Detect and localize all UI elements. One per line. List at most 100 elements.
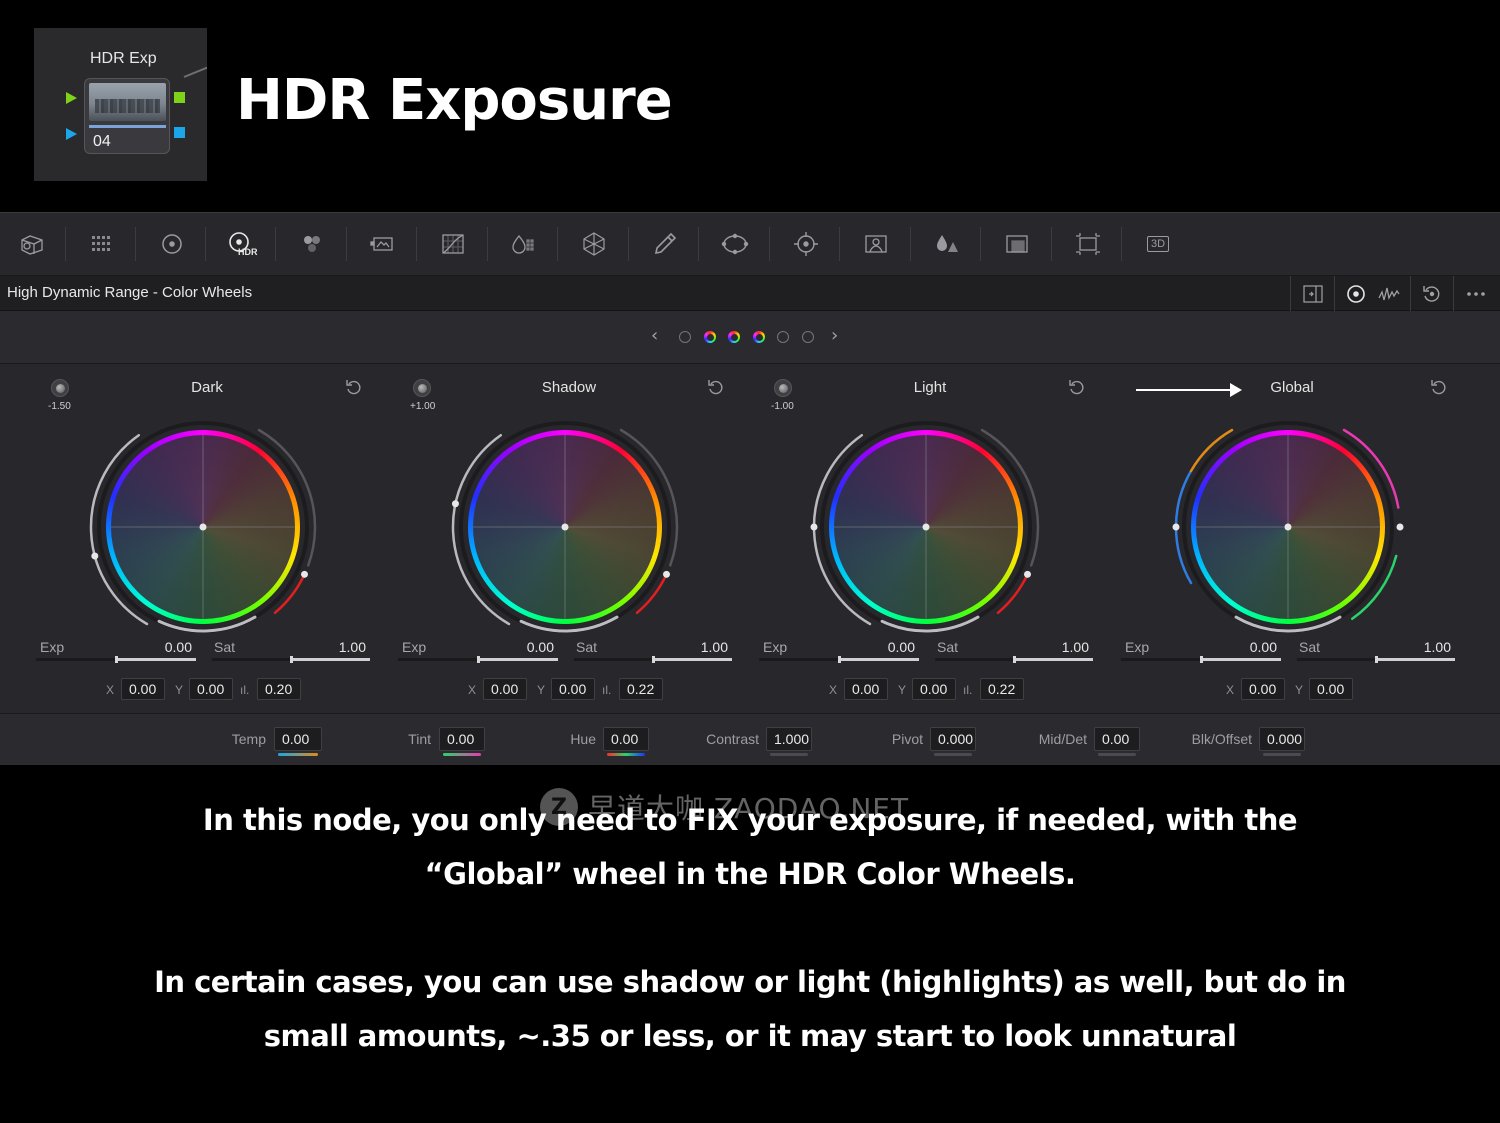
slider-thumb[interactable]	[290, 656, 293, 663]
zone-range-value[interactable]: 0.20	[257, 678, 301, 700]
color-wheel[interactable]	[1165, 403, 1411, 649]
hdr-wheels-icon[interactable]: HDR	[224, 227, 258, 261]
exp-slider[interactable]	[398, 656, 558, 663]
motion-effects-icon[interactable]	[366, 227, 400, 261]
y-value[interactable]: 0.00	[1309, 678, 1353, 700]
x-value[interactable]: 0.00	[483, 678, 527, 700]
node-thumbnail[interactable]: HDR Exp 04	[34, 28, 207, 181]
pager-dot-active[interactable]	[704, 331, 716, 343]
more-options-icon[interactable]	[1462, 280, 1490, 308]
x-value[interactable]: 0.00	[1241, 678, 1285, 700]
exp-slider[interactable]	[759, 656, 919, 663]
x-value[interactable]: 0.00	[121, 678, 165, 700]
window-icon[interactable]	[718, 227, 752, 261]
wheel-center-handle[interactable]	[199, 523, 207, 531]
node-input-green-port[interactable]	[66, 92, 77, 104]
wheels-mode-icon[interactable]	[1342, 280, 1370, 308]
color-wheels-icon[interactable]	[155, 227, 189, 261]
sat-value[interactable]: 1.00	[1015, 639, 1089, 655]
exposure-knob-value: -1.00	[771, 401, 794, 412]
curves-icon[interactable]	[436, 227, 470, 261]
blur-icon[interactable]	[930, 227, 964, 261]
key-icon[interactable]	[1000, 227, 1034, 261]
reset-all-icon[interactable]	[1418, 280, 1446, 308]
left-arc-handle[interactable]	[91, 552, 99, 560]
slider-thumb[interactable]	[652, 656, 655, 663]
color-wheel[interactable]	[80, 403, 326, 649]
sat-slider[interactable]	[212, 656, 370, 663]
pager-dot[interactable]	[679, 331, 691, 343]
color-warper-mesh-icon[interactable]	[577, 227, 611, 261]
node-output-green-port[interactable]	[174, 92, 185, 103]
sat-slider[interactable]	[935, 656, 1093, 663]
color-match-icon[interactable]	[85, 227, 119, 261]
left-arc-handle[interactable]	[810, 523, 818, 531]
right-arc-handle[interactable]	[1396, 523, 1404, 531]
color-wheel[interactable]	[803, 403, 1049, 649]
y-value[interactable]: 0.00	[189, 678, 233, 700]
bottom-param-value[interactable]: 0.000	[1259, 727, 1305, 751]
slider-thumb[interactable]	[1375, 656, 1378, 663]
exp-slider[interactable]	[1121, 656, 1281, 663]
exp-slider[interactable]	[36, 656, 196, 663]
zone-pager: ‹ ›	[0, 311, 1500, 364]
wheels-area: -1.50 Dark Exp 0.00 Sat 1.00 X 0.00 Y 0.00 ıl. 0.20…	[0, 365, 1500, 714]
caption-line-4: small amounts, ~.35 or less, or it may s…	[263, 1019, 1237, 1053]
exp-value[interactable]: 0.00	[120, 639, 192, 655]
slider-thumb[interactable]	[477, 656, 480, 663]
rgb-mixer-icon[interactable]	[295, 227, 329, 261]
left-arc-handle[interactable]	[451, 500, 459, 508]
left-arc-handle[interactable]	[1172, 523, 1180, 531]
pager-prev-icon[interactable]: ‹	[651, 325, 658, 346]
node-card[interactable]: 04	[84, 78, 170, 154]
split-view-icon[interactable]	[1299, 280, 1327, 308]
color-panel: HDR 3D High Dynamic Range - Color Wheels…	[0, 212, 1500, 766]
wheel-center-handle[interactable]	[922, 523, 930, 531]
right-arc-handle[interactable]	[663, 570, 671, 578]
zone-range-value[interactable]: 0.22	[980, 678, 1024, 700]
toolbar-separator	[416, 227, 417, 261]
sizing-icon[interactable]	[1071, 227, 1105, 261]
pager-dot[interactable]	[802, 331, 814, 343]
pager-dot-active[interactable]	[753, 331, 765, 343]
slider-thumb[interactable]	[1013, 656, 1016, 663]
sat-slider[interactable]	[574, 656, 732, 663]
pager-next-icon[interactable]: ›	[831, 325, 838, 346]
color-wheel[interactable]	[442, 403, 688, 649]
wheel-center-handle[interactable]	[1284, 523, 1292, 531]
waveform-mode-icon[interactable]	[1375, 280, 1403, 308]
sat-value[interactable]: 1.00	[292, 639, 366, 655]
color-warper-icon[interactable]	[506, 227, 540, 261]
sat-slider[interactable]	[1297, 656, 1455, 663]
exp-value[interactable]: 0.00	[1205, 639, 1277, 655]
exp-value[interactable]: 0.00	[482, 639, 554, 655]
y-value[interactable]: 0.00	[912, 678, 956, 700]
camera-raw-icon[interactable]	[15, 227, 49, 261]
zone-range-value[interactable]: 0.22	[619, 678, 663, 700]
node-input-blue-port[interactable]	[66, 128, 77, 140]
slider-thumb[interactable]	[838, 656, 841, 663]
sat-value[interactable]: 1.00	[654, 639, 728, 655]
bottom-param-indicator	[934, 753, 972, 756]
wheel-reset-icon[interactable]	[344, 378, 364, 398]
pager-dot[interactable]	[777, 331, 789, 343]
slider-thumb[interactable]	[1200, 656, 1203, 663]
stereo-3d-icon[interactable]: 3D	[1141, 227, 1175, 261]
tracker-icon[interactable]	[789, 227, 823, 261]
wheel-reset-icon[interactable]	[1429, 378, 1449, 398]
node-output-blue-port[interactable]	[174, 127, 185, 138]
slider-thumb[interactable]	[115, 656, 118, 663]
right-arc-handle[interactable]	[1024, 570, 1032, 578]
x-value[interactable]: 0.00	[844, 678, 888, 700]
wheel-center-handle[interactable]	[561, 523, 569, 531]
node-progress-bar	[89, 125, 166, 128]
magic-mask-icon[interactable]	[859, 227, 893, 261]
qualifier-eyedropper-icon[interactable]	[648, 227, 682, 261]
wheel-reset-icon[interactable]	[1067, 378, 1087, 398]
right-arc-handle[interactable]	[301, 570, 309, 578]
exp-value[interactable]: 0.00	[843, 639, 915, 655]
slider-fill	[1121, 658, 1201, 661]
pager-dot-active[interactable]	[728, 331, 740, 343]
sat-value[interactable]: 1.00	[1377, 639, 1451, 655]
y-value[interactable]: 0.00	[551, 678, 595, 700]
